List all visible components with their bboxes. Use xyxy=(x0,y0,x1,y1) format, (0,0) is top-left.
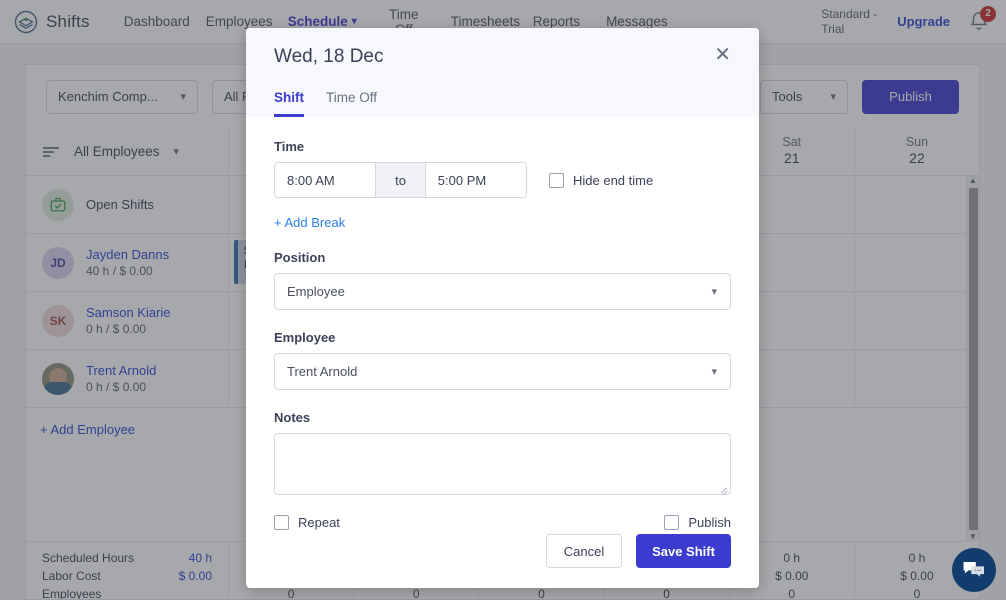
start-time-input[interactable]: 8:00 AM xyxy=(275,163,376,197)
end-time-input[interactable]: 5:00 PM xyxy=(425,163,526,197)
repeat-label: Repeat xyxy=(298,515,340,530)
hide-end-time-label: Hide end time xyxy=(573,172,654,188)
cancel-button[interactable]: Cancel xyxy=(546,534,622,568)
time-label: Time xyxy=(274,139,305,154)
checkbox-box[interactable] xyxy=(274,515,289,530)
chat-widget-button[interactable] xyxy=(952,548,996,592)
hide-end-time-checkbox[interactable]: Hide end time xyxy=(549,172,654,188)
repeat-checkbox[interactable]: Repeat xyxy=(274,515,340,530)
employee-label: Employee xyxy=(274,330,336,345)
position-group: Position Employee ▾ xyxy=(274,250,731,310)
publish-checkbox[interactable]: Publish xyxy=(664,515,731,530)
modal-checkbox-row: Repeat Publish xyxy=(274,515,731,530)
chat-icon xyxy=(963,562,984,577)
close-icon[interactable]: ✕ xyxy=(714,45,731,65)
employee-select-value: Trent Arnold xyxy=(287,364,358,379)
publish-checkbox-label: Publish xyxy=(688,515,731,530)
notes-group: Notes xyxy=(274,410,731,495)
checkbox-box[interactable] xyxy=(664,515,680,530)
position-select[interactable]: Employee ▾ xyxy=(274,273,731,310)
save-shift-button[interactable]: Save Shift xyxy=(636,534,731,568)
modal-footer: Cancel Save Shift xyxy=(246,534,759,588)
chevron-down-icon: ▾ xyxy=(711,366,717,378)
notes-textarea[interactable] xyxy=(274,433,731,495)
tab-shift[interactable]: Shift xyxy=(274,90,304,117)
resize-handle-icon[interactable] xyxy=(719,484,728,495)
modal-title: Wed, 18 Dec xyxy=(274,46,384,67)
modal-tabs: Shift Time Off xyxy=(274,90,731,117)
checkbox-box[interactable] xyxy=(549,172,564,188)
modal-body: Time 8:00 AM to 5:00 PM Hide end time + … xyxy=(246,117,759,534)
tab-time-off[interactable]: Time Off xyxy=(326,90,377,117)
time-row: 8:00 AM to 5:00 PM Hide end time xyxy=(274,162,731,198)
modal-header: Wed, 18 Dec ✕ Shift Time Off xyxy=(246,28,759,117)
employee-select[interactable]: Trent Arnold ▾ xyxy=(274,353,731,390)
shift-modal: Wed, 18 Dec ✕ Shift Time Off Time 8:00 A… xyxy=(246,28,759,588)
screen: Shifts Dashboard Employees Schedule ▾ Ti… xyxy=(0,0,1006,600)
time-range-field: 8:00 AM to 5:00 PM xyxy=(274,162,527,198)
chevron-down-icon: ▾ xyxy=(711,286,717,298)
employee-group: Employee Trent Arnold ▾ xyxy=(274,330,731,390)
position-select-value: Employee xyxy=(287,284,345,299)
notes-label: Notes xyxy=(274,410,311,425)
time-to-label: to xyxy=(375,163,426,197)
add-break-link[interactable]: + Add Break xyxy=(274,215,731,230)
position-label: Position xyxy=(274,250,326,265)
